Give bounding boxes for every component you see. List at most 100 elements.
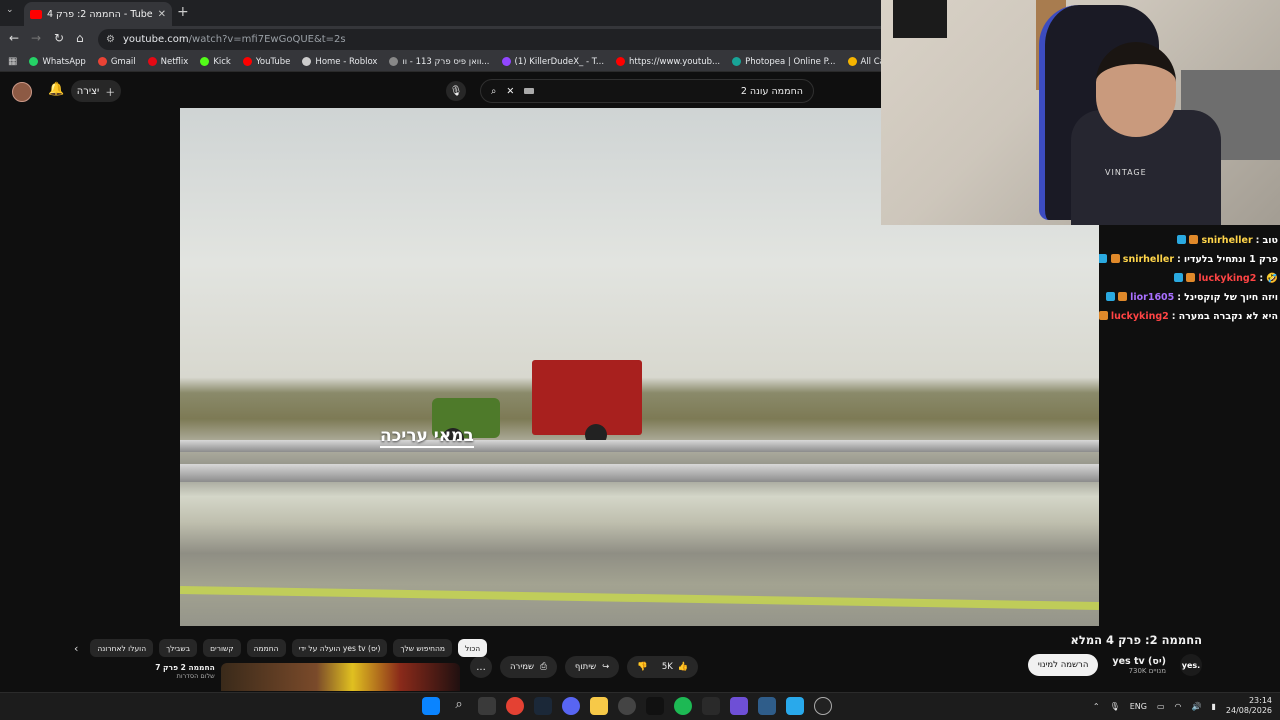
tab-close-icon[interactable]: ✕ — [158, 9, 166, 20]
filter-chip[interactable]: הועלו לאחרונה — [90, 639, 154, 657]
filter-chip[interactable]: קשורים — [203, 639, 241, 657]
task-view-icon[interactable] — [478, 697, 496, 715]
discord-icon[interactable] — [562, 697, 580, 715]
search-input[interactable]: ⌕ ✕ החממה עונה 2 — [480, 79, 814, 103]
epic-app-icon[interactable] — [646, 697, 664, 715]
taskbar-apps: ⌕ — [422, 697, 832, 715]
recommendation-chips: ‹ הועלו לאחרונה בשבילך קשורים החממה הועלה על… — [74, 639, 488, 657]
create-button[interactable]: יצירה ＋ — [71, 80, 121, 102]
bookmark-item[interactable]: Gmail — [97, 57, 136, 67]
telegram-icon[interactable] — [786, 697, 804, 715]
channel-row: הרשמה למינוי yes tv (יס) 730K מנויים yes… — [1027, 654, 1202, 676]
more-actions-button[interactable]: ... — [470, 656, 492, 678]
obs-icon[interactable] — [618, 697, 636, 715]
recommended-video-thumbnail[interactable] — [220, 663, 460, 691]
reload-icon[interactable]: ↻ — [54, 31, 64, 45]
browser-tab-active[interactable]: Tube - החממה 2: פרק 4 המלא ✕ — [24, 2, 172, 26]
filter-chip[interactable]: בשבילך — [159, 639, 198, 657]
share-arrow-icon: ↪ — [602, 662, 610, 672]
save-label: שמירה — [510, 662, 535, 672]
tab-search-chevron-icon[interactable]: ⌄ — [6, 5, 14, 15]
bookmark-item[interactable]: (1) KillerDudeX_ - T... — [501, 56, 605, 67]
chrome-icon[interactable] — [506, 697, 524, 715]
subscribe-button[interactable]: הרשמה למינוי — [1027, 654, 1099, 676]
chat-text: ויזה חיוך של קוקסינל — [1184, 292, 1278, 303]
launcher-icon[interactable] — [730, 697, 748, 715]
clear-search-icon[interactable]: ✕ — [506, 86, 514, 97]
chat-badge-icon — [1174, 272, 1196, 285]
like-button[interactable]: 5K 👍 — [662, 662, 689, 672]
search-icon[interactable]: ⌕ — [491, 86, 496, 97]
bookmark-item[interactable]: וואן פיס פרק 113 - וו... — [389, 56, 490, 67]
account-avatar[interactable] — [12, 82, 32, 102]
filter-chip[interactable]: הכול — [458, 639, 488, 657]
video-frame-guardrail — [180, 464, 1099, 482]
video-caption-text: במאי עריכה — [380, 426, 474, 448]
tray-chevron-icon[interactable]: ⌃ — [1093, 702, 1100, 711]
wifi-icon[interactable]: ◠ — [1175, 702, 1182, 711]
channel-info[interactable]: yes tv (יס) 730K מנויים — [1112, 656, 1166, 675]
taskbar-search-icon[interactable]: ⌕ — [450, 697, 468, 715]
notifications-bell-icon[interactable]: 🔔 — [48, 82, 64, 97]
start-windows-icon[interactable] — [422, 697, 440, 715]
video-frame-trailer — [532, 360, 642, 435]
battery-icon[interactable]: ▮ — [1211, 702, 1215, 711]
video-info-area: החממה 2: פרק 4 המלא הרשמה למינוי yes tv … — [0, 626, 1280, 692]
bookmark-icon: ⎙ — [540, 662, 547, 672]
recommended-video[interactable]: החממה 2 פרק 7 שלום הסדרות — [150, 663, 460, 691]
back-arrow-icon[interactable]: ← — [9, 31, 19, 45]
app-icon[interactable] — [758, 697, 776, 715]
filter-chip[interactable]: החממה — [246, 639, 286, 657]
recommended-video-channel: שלום הסדרות — [176, 672, 215, 680]
clock[interactable]: 23:14 24/08/2026 — [1226, 696, 1272, 716]
bookmark-item[interactable]: Kick — [200, 57, 231, 67]
volume-icon[interactable]: 🔊 — [1192, 702, 1202, 711]
bookmark-item[interactable]: Photopea | Online P... — [732, 57, 836, 67]
chat-badge-icon — [1099, 310, 1108, 323]
webcam-person-head — [1096, 42, 1176, 137]
bookmark-label: וואן פיס פרק 113 - וו... — [402, 56, 490, 67]
site-info-icon[interactable]: ⚙ — [106, 34, 115, 45]
epic-games-icon[interactable] — [702, 697, 720, 715]
apps-grid-icon[interactable]: ▦ — [8, 56, 17, 67]
chat-message: luckyking2 : 🤣 — [1099, 269, 1280, 288]
bookmark-label: Netflix — [160, 56, 189, 67]
home-icon[interactable]: ⌂ — [76, 31, 84, 45]
dislike-icon[interactable]: 👎 — [637, 662, 648, 672]
media-player-icon[interactable] — [814, 697, 832, 715]
bookmark-favicon-icon — [97, 57, 107, 66]
address-bar[interactable]: ⚙ youtube.com/watch?v=mfi7EwGoQUE&t=2s — [98, 29, 898, 50]
bookmark-favicon-icon — [242, 57, 252, 66]
share-button[interactable]: שיתוף ↪ — [564, 656, 620, 678]
chevron-left-icon[interactable]: ‹ — [74, 642, 78, 655]
steam-icon[interactable] — [534, 697, 552, 715]
filter-chip[interactable]: מהחיפוש שלך — [393, 639, 453, 657]
bookmark-item[interactable]: Home - Roblox — [302, 57, 377, 67]
bookmark-item[interactable]: WhatsApp — [29, 57, 86, 67]
bookmark-item[interactable]: YouTube — [242, 57, 290, 67]
chat-separator: : — [1255, 235, 1260, 246]
search-query-text: החממה עונה 2 — [740, 85, 803, 97]
language-indicator[interactable]: ENG — [1130, 702, 1147, 711]
voice-search-mic-icon[interactable]: 🎙 — [446, 81, 466, 101]
bookmark-favicon-icon — [732, 57, 742, 66]
tab-title: Tube - החממה 2: פרק 4 המלא — [47, 8, 153, 20]
chat-username: snirheller — [1122, 254, 1175, 265]
display-icon[interactable]: ▭ — [1157, 702, 1165, 711]
spotify-icon[interactable] — [674, 697, 692, 715]
mic-tray-icon[interactable]: 🎙 — [1110, 702, 1120, 711]
new-tab-button[interactable]: + — [177, 4, 189, 20]
file-explorer-icon[interactable] — [590, 697, 608, 715]
bookmark-item[interactable]: Netflix — [147, 56, 189, 67]
channel-logo[interactable]: yes. — [1180, 654, 1202, 676]
bookmark-item[interactable]: https://www.youtub... — [616, 57, 720, 67]
chat-username: snirheller — [1201, 235, 1253, 246]
clock-date: 24/08/2026 — [1225, 706, 1272, 715]
filter-chip[interactable]: הועלה על ידי yes tv (יס) — [291, 639, 388, 657]
bookmark-label: (1) KillerDudeX_ - T... — [514, 56, 605, 67]
save-button[interactable]: שמירה ⎙ — [500, 656, 557, 678]
chat-text: טוב — [1262, 235, 1278, 246]
forward-arrow-icon[interactable]: → — [31, 31, 41, 45]
keyboard-icon[interactable] — [524, 88, 535, 94]
like-dislike-group: 👎 5K 👍 — [627, 656, 699, 678]
